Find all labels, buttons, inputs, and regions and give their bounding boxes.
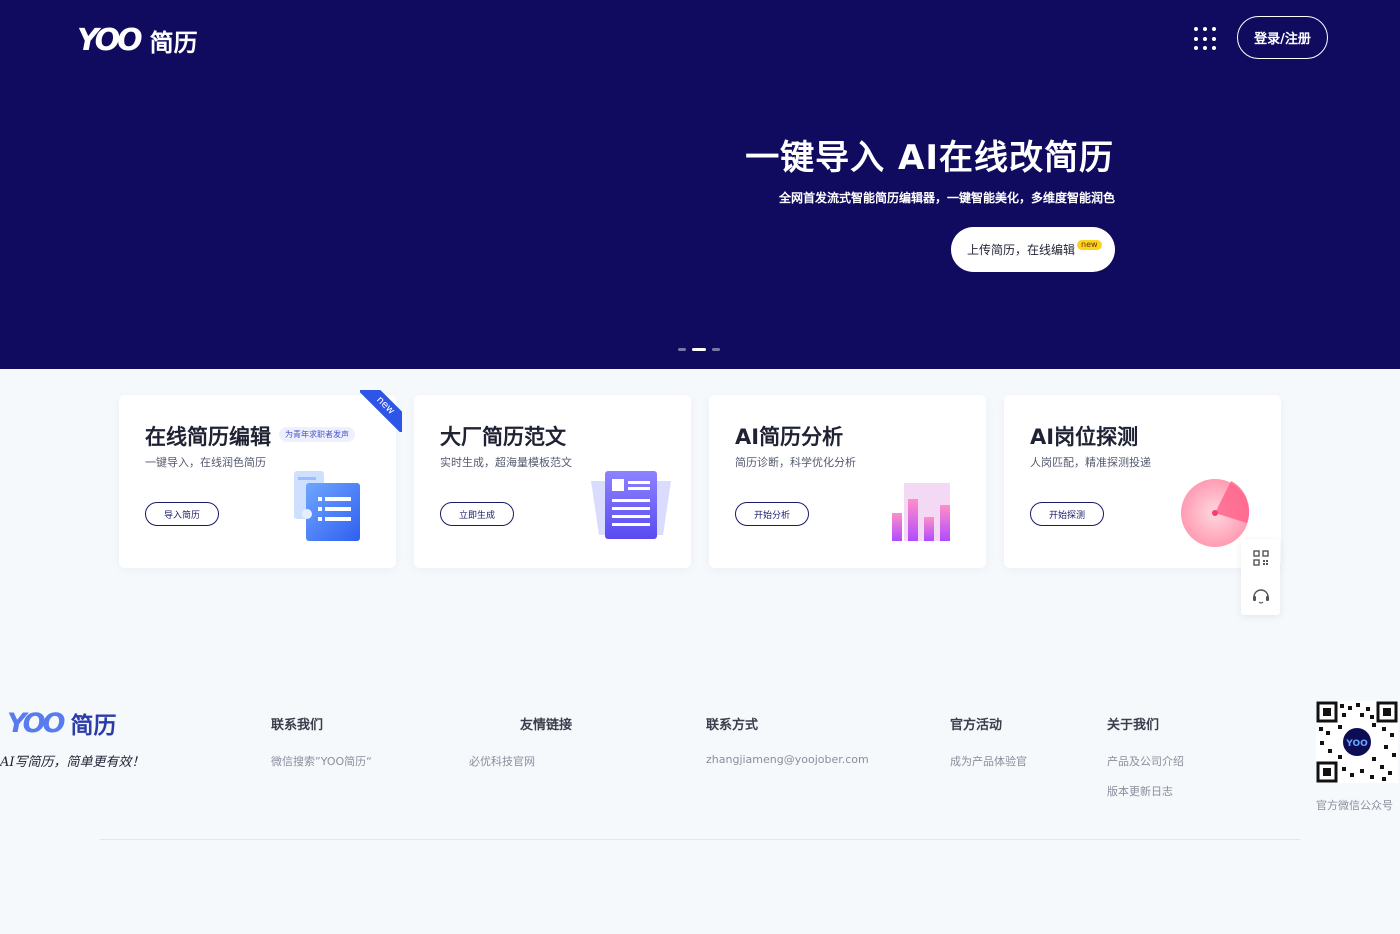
bar-chart-icon (892, 483, 950, 541)
footer-col-contact-us: 联系我们 (271, 718, 324, 733)
template-doc-icon (591, 471, 671, 539)
card-title: 大厂简历范文 (440, 425, 566, 449)
footer-link-biyou[interactable]: 必优科技官网 (469, 753, 535, 769)
new-ribbon: new (360, 390, 402, 432)
carousel-dot-active[interactable] (692, 348, 706, 351)
carousel-indicators (678, 348, 720, 351)
new-ribbon-label: new (360, 390, 402, 432)
card-title: 在线简历编辑 (145, 425, 271, 449)
footer-logo[interactable]: YOO 简历 (7, 706, 117, 740)
customer-service-icon[interactable] (1241, 577, 1280, 615)
footer-col-contact-info: 联系方式 (706, 718, 759, 733)
import-resume-button[interactable]: 导入简历 (145, 502, 219, 526)
generate-now-button[interactable]: 立即生成 (440, 502, 514, 526)
login-register-button[interactable]: 登录/注册 (1237, 16, 1328, 59)
card-online-resume-edit[interactable]: 在线简历编辑 为青年求职者发声 一键导入，在线润色简历 导入简历 (119, 395, 396, 568)
card-bigtech-resume-samples[interactable]: 大厂简历范文 实时生成，超海量模板范文 立即生成 (414, 395, 691, 568)
wechat-qr-code: YOO (1316, 701, 1398, 783)
upload-resume-button[interactable]: 上传简历，在线编辑 new (951, 227, 1115, 272)
qr-code-icon[interactable] (1241, 539, 1280, 577)
card-desc: 实时生成，超海量模板范文 (440, 456, 572, 469)
footer-link-company-intro[interactable]: 产品及公司介绍 (1107, 753, 1184, 769)
footer-logo-text: YOO (7, 707, 65, 739)
card-desc: 一键导入，在线润色简历 (145, 456, 266, 469)
card-desc: 简历诊断，科学优化分析 (735, 456, 856, 469)
card-ai-job-detection[interactable]: AI岗位探测 人岗匹配，精准探测投递 开始探测 (1004, 395, 1281, 568)
footer-col-about: 关于我们 (1107, 718, 1160, 733)
card-desc: 人岗匹配，精准探测投递 (1030, 456, 1151, 469)
card-title: AI岗位探测 (1030, 425, 1139, 449)
footer-col-friend-links: 友情链接 (520, 718, 573, 733)
hero-title: 一键导入 AI在线改简历 (745, 138, 1114, 178)
footer-link-experience-officer[interactable]: 成为产品体验官 (950, 753, 1027, 769)
footer-col-events: 官方活动 (950, 718, 1003, 733)
footer-link-email[interactable]: zhangjiameng@yoojober.com (706, 753, 869, 766)
new-badge: new (1077, 240, 1102, 250)
card-title: AI简历分析 (735, 425, 844, 449)
svg-text:YOO: YOO (1345, 739, 1368, 749)
carousel-dot[interactable] (712, 348, 720, 351)
footer-link-changelog[interactable]: 版本更新日志 (1107, 783, 1173, 799)
start-detection-button[interactable]: 开始探测 (1030, 502, 1104, 526)
carousel-dot[interactable] (678, 348, 686, 351)
card-tag: 为青年求职者发声 (279, 427, 355, 442)
hero-banner: YOO 简历 登录/注册 一键导入 AI在线改简历 全网首发流式智能简历编辑器，… (0, 0, 1400, 369)
footer-link-wechat-search[interactable]: 微信搜索”YOO简历“ (271, 753, 372, 769)
hero-subtitle: 全网首发流式智能简历编辑器，一键智能美化，多维度智能润色 (778, 191, 1115, 205)
footer-logo-cn: 简历 (70, 713, 117, 739)
site-logo[interactable]: YOO 简历 (77, 22, 198, 58)
logo-text: YOO (77, 22, 143, 58)
upload-resume-label: 上传简历，在线编辑 (967, 243, 1076, 257)
card-ai-resume-analysis[interactable]: AI简历分析 简历诊断，科学优化分析 开始分析 (709, 395, 986, 568)
footer-slogan: AI写简历，简单更有效！ (0, 755, 145, 770)
side-tools (1241, 539, 1280, 615)
document-list-icon (294, 471, 360, 541)
footer-divider (100, 839, 1300, 840)
qr-label: 官方微信公众号 (1316, 799, 1393, 812)
start-analysis-button[interactable]: 开始分析 (735, 502, 809, 526)
apps-grid-icon[interactable] (1194, 27, 1218, 51)
logo-cn-text: 简历 (149, 28, 198, 57)
